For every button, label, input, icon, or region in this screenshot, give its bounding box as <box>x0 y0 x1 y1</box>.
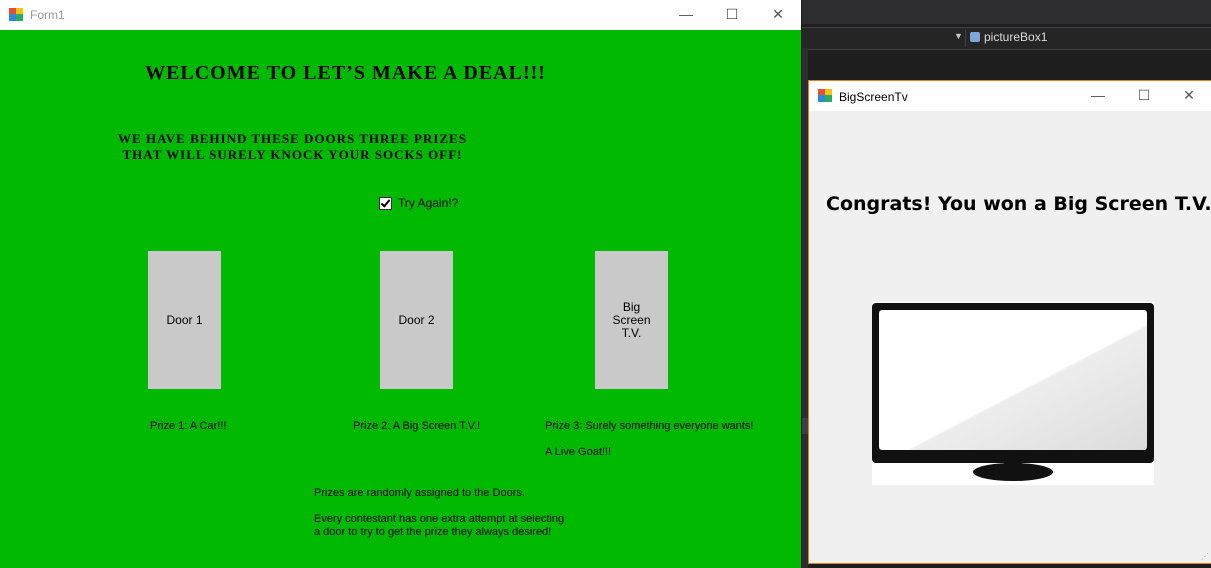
picturebox-icon <box>970 32 980 42</box>
prize-1-label: Prize 1: A Car!!! <box>150 420 227 432</box>
door-1-label: Door 1 <box>166 312 203 327</box>
subheading-line-2: THAT WILL SURELY KNOCK YOUR SOCKS OFF! <box>122 147 463 162</box>
combo-separator <box>965 30 966 47</box>
door-3-label: Big Screen T.V. <box>612 299 651 340</box>
app-icon <box>818 89 832 102</box>
maximize-icon[interactable]: ☐ <box>709 0 755 30</box>
maximize-icon[interactable]: ☐ <box>1121 81 1167 111</box>
congrats-message: Congrats! You won a Big Screen T.V.!!! <box>826 193 1211 215</box>
info-extra-attempt-1: Every contestant has one extra attempt a… <box>314 513 565 525</box>
bigscreentv-window: BigScreenTv — ☐ ✕ Congrats! You won a Bi… <box>808 80 1211 564</box>
tv-window-title: BigScreenTv <box>839 90 908 104</box>
ide-object-combo[interactable]: ▼ pictureBox1 <box>802 27 1211 50</box>
checkmark-icon <box>380 196 391 208</box>
form1-window: Form1 — ☐ ✕ WELCOME TO LET’S MAKE A DEAL… <box>0 0 801 568</box>
door-3-button[interactable]: Big Screen T.V. <box>595 251 668 389</box>
try-again-checkbox[interactable]: Try Again!? <box>379 196 458 210</box>
minimize-icon[interactable]: — <box>1075 81 1121 111</box>
info-extra-attempt-2: a door to try to get the prize they alwa… <box>314 526 552 538</box>
try-again-label: Try Again!? <box>398 196 459 210</box>
form1-title: Form1 <box>30 8 65 22</box>
prize-3-label: Prize 3: Surely something everyone wants… <box>545 420 754 432</box>
close-icon[interactable]: ✕ <box>1166 81 1211 111</box>
app-icon <box>9 8 23 21</box>
info-random-assignment: Prizes are randomly assigned to the Door… <box>314 487 525 499</box>
close-icon[interactable]: ✕ <box>755 0 801 30</box>
resize-grip-icon[interactable]: ⋰ <box>1201 552 1209 561</box>
prize-3-detail: A Live Goat!!! <box>545 446 612 458</box>
prize-subheading: WE HAVE BEHIND THESE DOORS THREE PRIZES … <box>0 131 693 163</box>
ide-object-label: pictureBox1 <box>984 30 1048 44</box>
door-2-label: Door 2 <box>398 312 435 327</box>
ide-object-selector[interactable]: pictureBox1 <box>970 30 1047 44</box>
form1-titlebar[interactable]: Form1 — ☐ ✕ <box>0 0 801 30</box>
combo-dropdown-icon[interactable]: ▼ <box>954 31 963 41</box>
tv-titlebar[interactable]: BigScreenTv — ☐ ✕ <box>809 81 1211 111</box>
checkbox-box[interactable] <box>379 196 392 210</box>
door-1-button[interactable]: Door 1 <box>148 251 221 389</box>
prize-2-label: Prize 2: A Big Screen T.V.! <box>353 420 481 432</box>
welcome-heading: WELCOME TO LET’S MAKE A DEAL!!! <box>145 62 546 84</box>
door-2-button[interactable]: Door 2 <box>380 251 453 389</box>
subheading-line-1: WE HAVE BEHIND THESE DOORS THREE PRIZES <box>118 131 467 146</box>
tv-image <box>872 302 1154 485</box>
minimize-icon[interactable]: — <box>663 0 709 30</box>
ide-toolbar <box>802 0 1211 24</box>
